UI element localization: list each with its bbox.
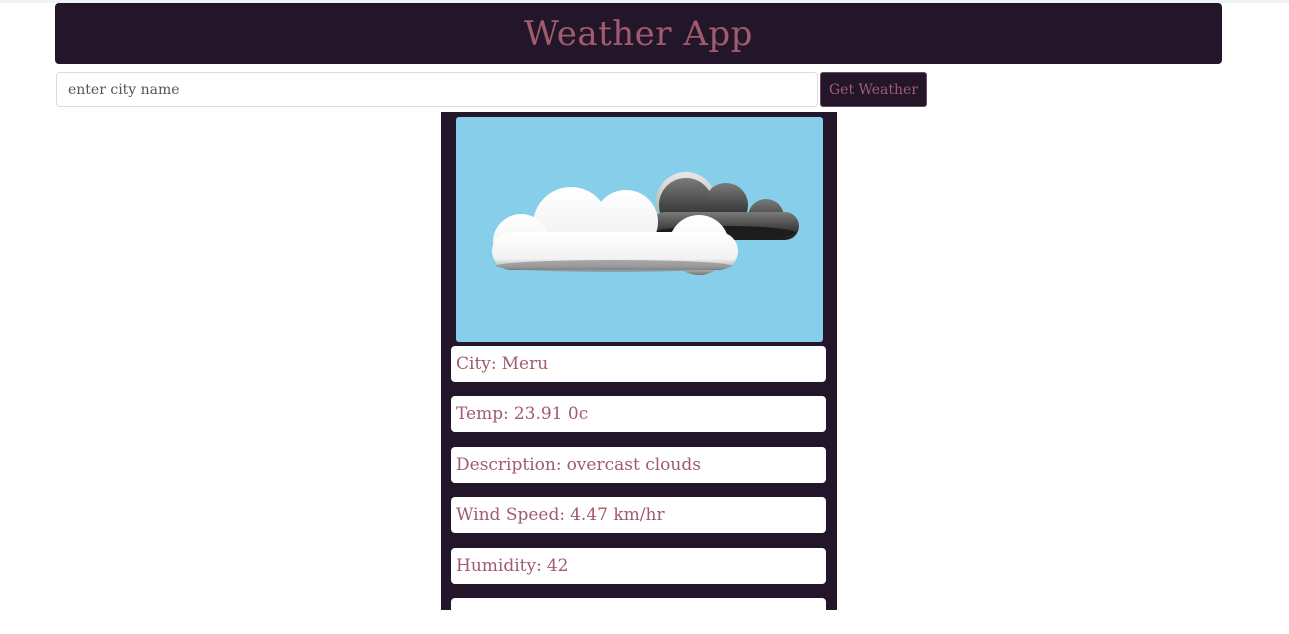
temp-label: Temp: [456, 404, 509, 424]
wind-label: Wind Speed: [456, 505, 566, 525]
humidity-row: Humidity: 42 [451, 548, 826, 584]
description-value: overcast clouds [566, 455, 701, 475]
search-bar: Get Weather [56, 72, 927, 107]
app-title: Weather App [524, 13, 753, 54]
weather-card: City: Meru Temp: 23.91 0c Description: o… [441, 112, 837, 634]
city-row: City: Meru [451, 346, 826, 382]
temperature-row: Temp: 23.91 0c [451, 396, 826, 432]
humidity-label: Humidity: [456, 556, 542, 576]
description-label: Description: [456, 455, 562, 475]
humidity-value: 42 [546, 556, 569, 576]
city-label: City: [456, 354, 497, 374]
extra-info-row [451, 598, 826, 634]
app-header: Weather App [55, 3, 1222, 64]
wind-speed-row: Wind Speed: 4.47 km/hr [451, 497, 826, 533]
wind-value: 4.47 km/hr [570, 505, 665, 525]
temp-value: 23.91 0c [513, 404, 589, 424]
city-value: Meru [501, 354, 549, 374]
city-search-input[interactable] [56, 72, 818, 107]
description-row: Description: overcast clouds [451, 447, 826, 483]
cloudy-weather-icon [456, 117, 823, 342]
get-weather-button[interactable]: Get Weather [820, 72, 927, 107]
